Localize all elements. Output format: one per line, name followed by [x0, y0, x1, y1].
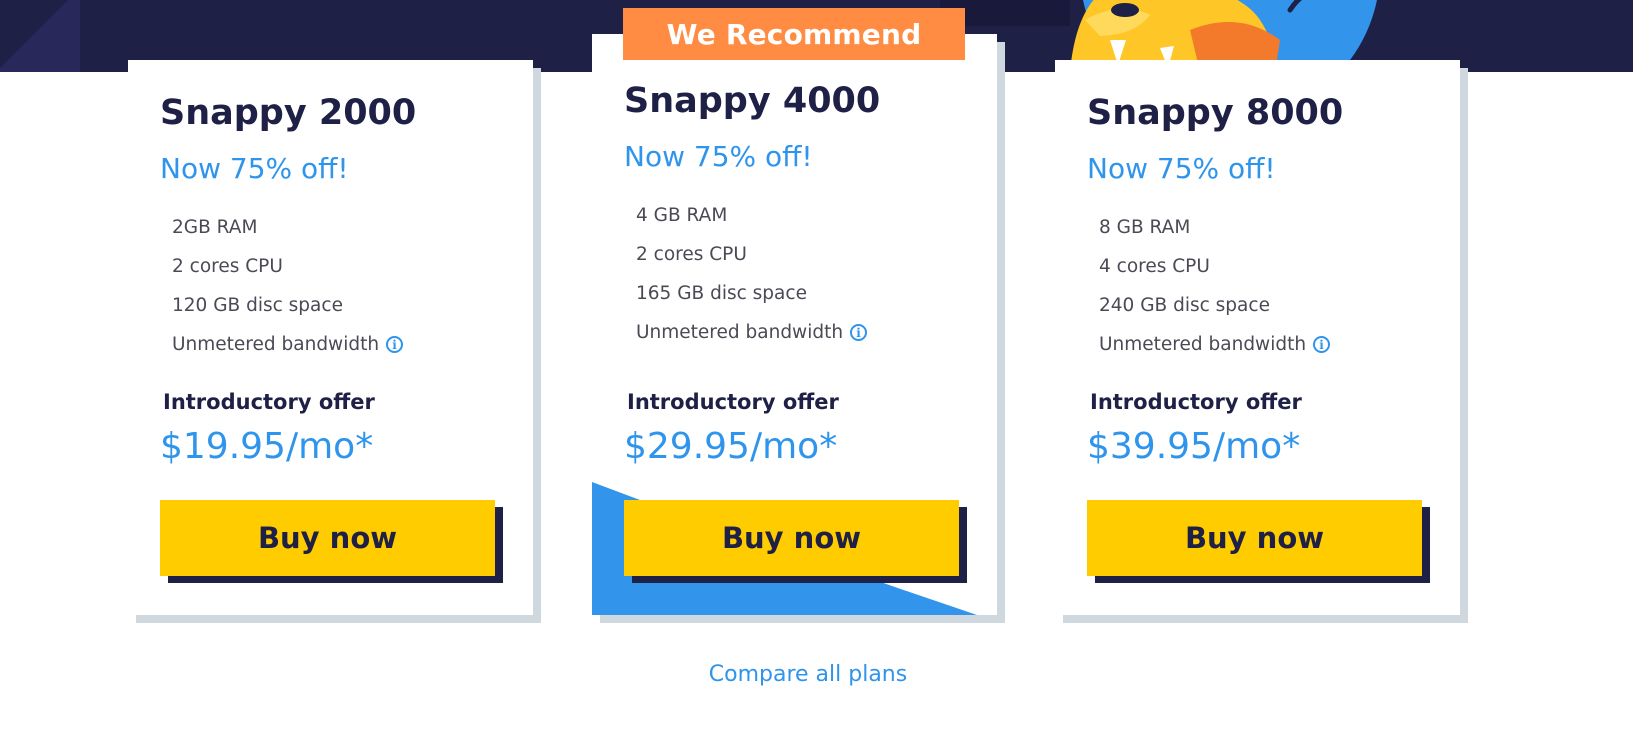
feature-list: 4 GB RAM 2 cores CPU 165 GB disc space U…	[636, 196, 868, 352]
plan-title: Snappy 8000	[1087, 93, 1344, 133]
discount-text: Now 75% off!	[160, 152, 349, 185]
recommended-badge: We Recommend	[623, 8, 965, 60]
price: $39.95/mo*	[1087, 426, 1301, 467]
feature-label: 2 cores CPU	[172, 256, 283, 277]
hero-stripe-decoration	[0, 0, 80, 72]
offer-label: Introductory offer	[163, 390, 375, 414]
feature-label: 2GB RAM	[172, 217, 258, 238]
plan-title: Snappy 4000	[624, 81, 881, 121]
plan-title: Snappy 2000	[160, 93, 417, 133]
plan-card-snappy-4000: Snappy 4000 Now 75% off! 4 GB RAM 2 core…	[592, 34, 997, 615]
buy-now-button[interactable]: Buy now	[1087, 500, 1422, 576]
feature-bandwidth: Unmetered bandwidth i	[636, 313, 868, 352]
info-circle-icon[interactable]: i	[850, 324, 868, 341]
feature-bandwidth: Unmetered bandwidth i	[172, 325, 404, 364]
price: $19.95/mo*	[160, 426, 374, 467]
compare-all-plans-link[interactable]: Compare all plans	[0, 662, 1616, 687]
info-circle-icon[interactable]: i	[386, 336, 404, 353]
plan-card-snappy-8000: Snappy 8000 Now 75% off! 8 GB RAM 4 core…	[1055, 60, 1460, 615]
feature-disk: 120 GB disc space	[172, 286, 403, 325]
price: $29.95/mo*	[624, 426, 838, 467]
feature-disk: 165 GB disc space	[636, 274, 867, 313]
offer-label: Introductory offer	[627, 390, 839, 414]
feature-list: 8 GB RAM 4 cores CPU 240 GB disc space U…	[1099, 208, 1331, 364]
feature-label: 120 GB disc space	[172, 295, 343, 316]
feature-cpu: 2 cores CPU	[172, 247, 403, 286]
feature-ram: 2GB RAM	[172, 208, 403, 247]
feature-cpu: 2 cores CPU	[636, 235, 867, 274]
feature-bandwidth: Unmetered bandwidth i	[1099, 325, 1331, 364]
feature-label: 240 GB disc space	[1099, 295, 1270, 316]
feature-ram: 8 GB RAM	[1099, 208, 1330, 247]
feature-label: 2 cores CPU	[636, 244, 747, 265]
feature-label: 4 cores CPU	[1099, 256, 1210, 277]
feature-label: Unmetered bandwidth	[1099, 334, 1307, 355]
buy-now-button[interactable]: Buy now	[624, 500, 959, 576]
info-circle-icon[interactable]: i	[1313, 336, 1331, 353]
feature-label: 4 GB RAM	[636, 205, 728, 226]
feature-cpu: 4 cores CPU	[1099, 247, 1330, 286]
plan-card-snappy-2000: Snappy 2000 Now 75% off! 2GB RAM 2 cores…	[128, 60, 533, 615]
feature-label: Unmetered bandwidth	[172, 334, 380, 355]
discount-text: Now 75% off!	[624, 140, 813, 173]
feature-disk: 240 GB disc space	[1099, 286, 1330, 325]
feature-label: 8 GB RAM	[1099, 217, 1191, 238]
feature-list: 2GB RAM 2 cores CPU 120 GB disc space Un…	[172, 208, 404, 364]
offer-label: Introductory offer	[1090, 390, 1302, 414]
feature-ram: 4 GB RAM	[636, 196, 867, 235]
buy-now-button[interactable]: Buy now	[160, 500, 495, 576]
feature-label: 165 GB disc space	[636, 283, 807, 304]
discount-text: Now 75% off!	[1087, 152, 1276, 185]
feature-label: Unmetered bandwidth	[636, 322, 844, 343]
